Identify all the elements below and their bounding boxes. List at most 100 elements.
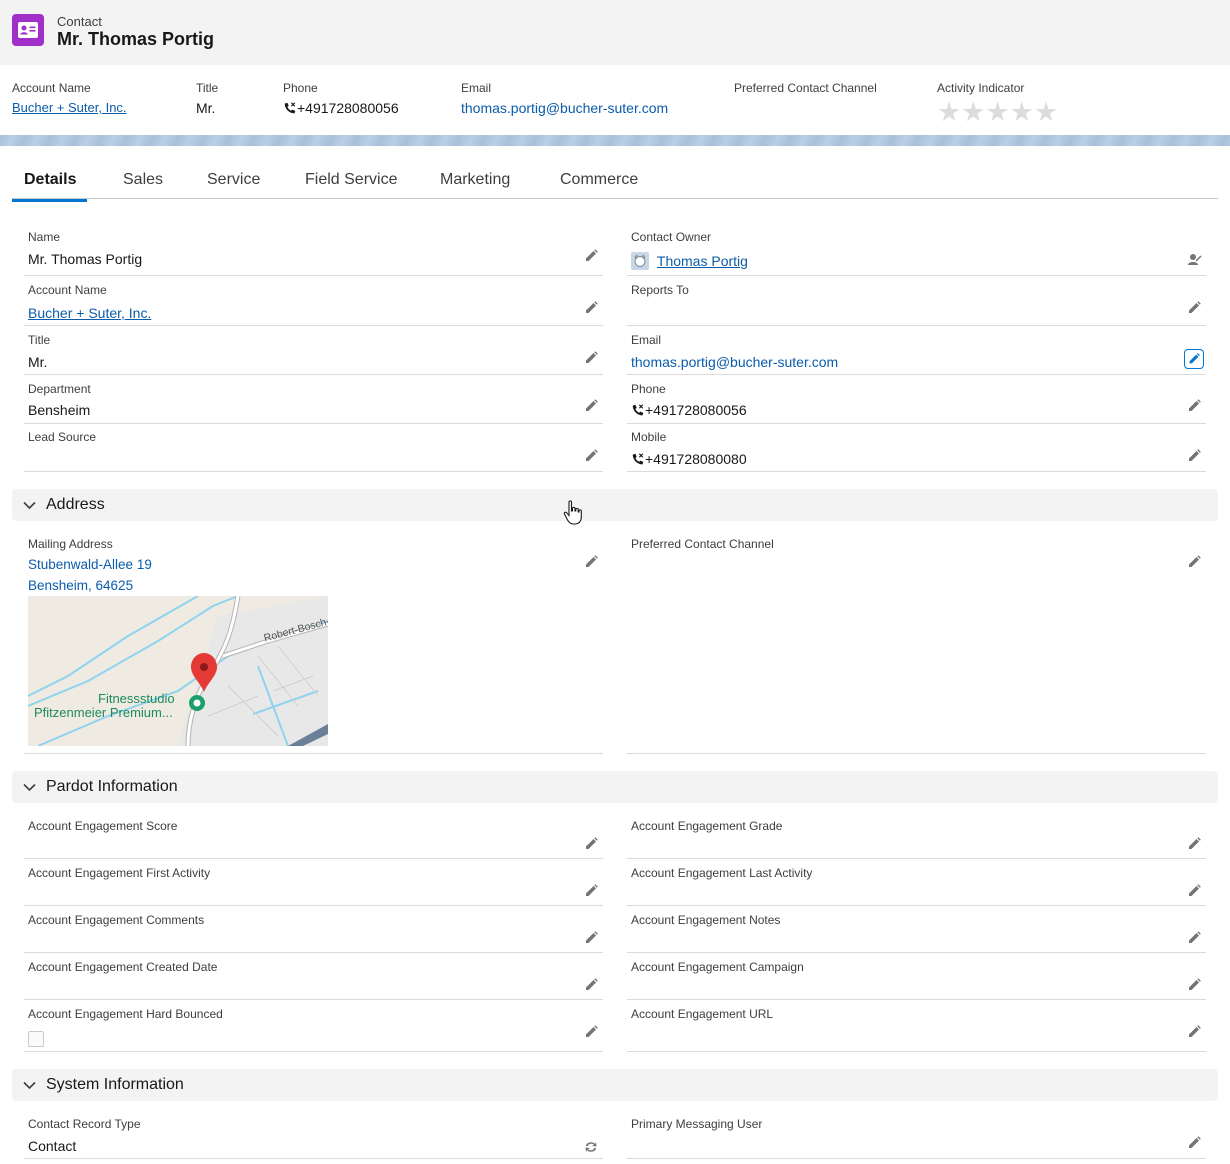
field-label: Department [28,382,91,396]
field-label: Email [631,333,662,347]
pencil-icon[interactable] [1186,836,1202,852]
pencil-icon[interactable] [583,248,599,264]
section-pardot[interactable]: Pardot Information [12,771,1218,803]
field-label: Mailing Address [28,537,113,551]
field-contact-record-type: Contact Record Type Contact [24,1113,603,1159]
address-street-link[interactable]: Stubenwald-Allee 19 [28,557,152,572]
phone-value: +491728080056 [283,100,399,116]
field-engagement-campaign: Account Engagement Campaign [627,956,1206,1000]
field-label: Lead Source [28,430,97,444]
pencil-icon[interactable] [1186,1135,1202,1151]
field-label: Name [28,230,61,244]
phone-number[interactable]: +491728080056 [645,402,747,418]
pencil-icon[interactable] [583,554,599,570]
account-name-link[interactable]: Bucher + Suter, Inc. [12,100,127,115]
phone-icon[interactable] [283,101,297,115]
chevron-down-icon [23,783,36,791]
phone-icon[interactable] [631,452,645,466]
contact-card-icon [12,14,44,46]
record-tabs: Details Sales Service Field Service Mark… [12,160,1218,202]
field-label: Mobile [631,430,667,444]
field-reports-to: Reports To [627,280,1206,326]
tab-commerce[interactable]: Commerce [560,171,638,199]
tab-service[interactable]: Service [207,171,260,199]
section-system-information[interactable]: System Information [12,1069,1218,1101]
pencil-icon[interactable] [583,836,599,852]
phone-value: +491728080056 [631,402,747,418]
field-primary-messaging-user: Primary Messaging User [627,1113,1206,1159]
pencil-icon[interactable] [1186,300,1202,316]
field-contact-owner: Contact Owner Thomas Portig [627,226,1206,276]
address-city-link[interactable]: Bensheim, 64625 [28,578,133,593]
email-link[interactable]: thomas.portig@bucher-suter.com [631,354,838,370]
field-label: Account Engagement Created Date [28,960,218,974]
pencil-icon[interactable] [583,448,599,464]
field-lead-source: Lead Source [24,426,603,472]
pencil-icon[interactable] [583,398,599,414]
highlight-label: Title [196,81,219,95]
field-department: Department Bensheim [24,378,603,424]
pencil-icon[interactable] [1186,554,1202,570]
field-label: Reports To [631,283,689,297]
pencil-icon[interactable] [1186,398,1202,414]
field-value: Bensheim [28,402,91,418]
field-account-name: Account Name Bucher + Suter, Inc. [24,280,603,326]
pencil-icon[interactable] [1186,977,1202,993]
pencil-icon[interactable] [583,1024,599,1040]
star-icon: ★ [937,97,962,127]
highlight-label: Account Name [12,81,91,95]
highlight-label: Email [461,81,492,95]
phone-number[interactable]: +491728080056 [297,100,399,116]
tab-field-service[interactable]: Field Service [305,171,397,199]
star-icon: ★ [985,97,1010,127]
pencil-icon[interactable] [583,300,599,316]
field-label: Title [28,333,51,347]
field-label: Account Engagement Score [28,819,178,833]
map-image[interactable] [28,596,328,746]
hard-bounced-checkbox[interactable] [28,1031,44,1047]
pencil-icon[interactable] [1186,1024,1202,1040]
page-title: Mr. Thomas Portig [57,29,215,49]
highlight-label: Phone [283,81,318,95]
highlight-activity: Activity Indicator ★ ★ ★ ★ ★ [937,81,1059,127]
address-map[interactable]: Robert-Bosch- Fitnessstudio Pfitzenmeier… [28,596,328,746]
pencil-icon[interactable] [583,977,599,993]
field-engagement-first-activity: Account Engagement First Activity [24,862,603,906]
section-address[interactable]: Address [12,489,1218,521]
section-title: Pardot Information [46,778,178,795]
owner-value: Thomas Portig [631,252,748,270]
hand-cursor-icon [563,500,582,525]
pencil-icon[interactable] [1186,448,1202,464]
chevron-down-icon [23,1081,36,1089]
field-title: Title Mr. [24,329,603,375]
field-label: Account Engagement Campaign [631,960,804,974]
edit-email-button[interactable] [1184,349,1204,369]
field-engagement-hard-bounced: Account Engagement Hard Bounced [24,1003,603,1052]
owner-link[interactable]: Thomas Portig [657,253,748,269]
field-phone: Phone +491728080056 [627,378,1206,424]
pencil-icon[interactable] [583,883,599,899]
star-icon: ★ [1033,97,1059,127]
pencil-icon[interactable] [583,930,599,946]
pencil-icon[interactable] [1186,930,1202,946]
pencil-icon[interactable] [1186,883,1202,899]
record-header: Contact Mr. Thomas Portig [0,0,1230,65]
field-label: Account Engagement Comments [28,913,205,927]
phone-icon[interactable] [631,403,645,417]
mobile-number[interactable]: +491728080080 [645,451,747,467]
field-label: Account Name [28,283,107,297]
field-label: Account Engagement Notes [631,913,781,927]
object-type-label: Contact [57,14,102,29]
tab-marketing[interactable]: Marketing [440,171,510,199]
field-value: Mr. [28,354,48,370]
field-engagement-grade: Account Engagement Grade [627,815,1206,859]
tab-sales[interactable]: Sales [123,171,163,199]
change-owner-icon[interactable] [1186,252,1202,268]
change-record-type-icon[interactable] [583,1139,599,1155]
email-link[interactable]: thomas.portig@bucher-suter.com [461,100,668,116]
field-value: Mr. Thomas Portig [28,251,143,267]
tab-details[interactable]: Details [12,171,88,202]
highlight-title: Title Mr. [196,81,218,116]
account-name-link[interactable]: Bucher + Suter, Inc. [28,305,151,321]
pencil-icon[interactable] [583,350,599,366]
